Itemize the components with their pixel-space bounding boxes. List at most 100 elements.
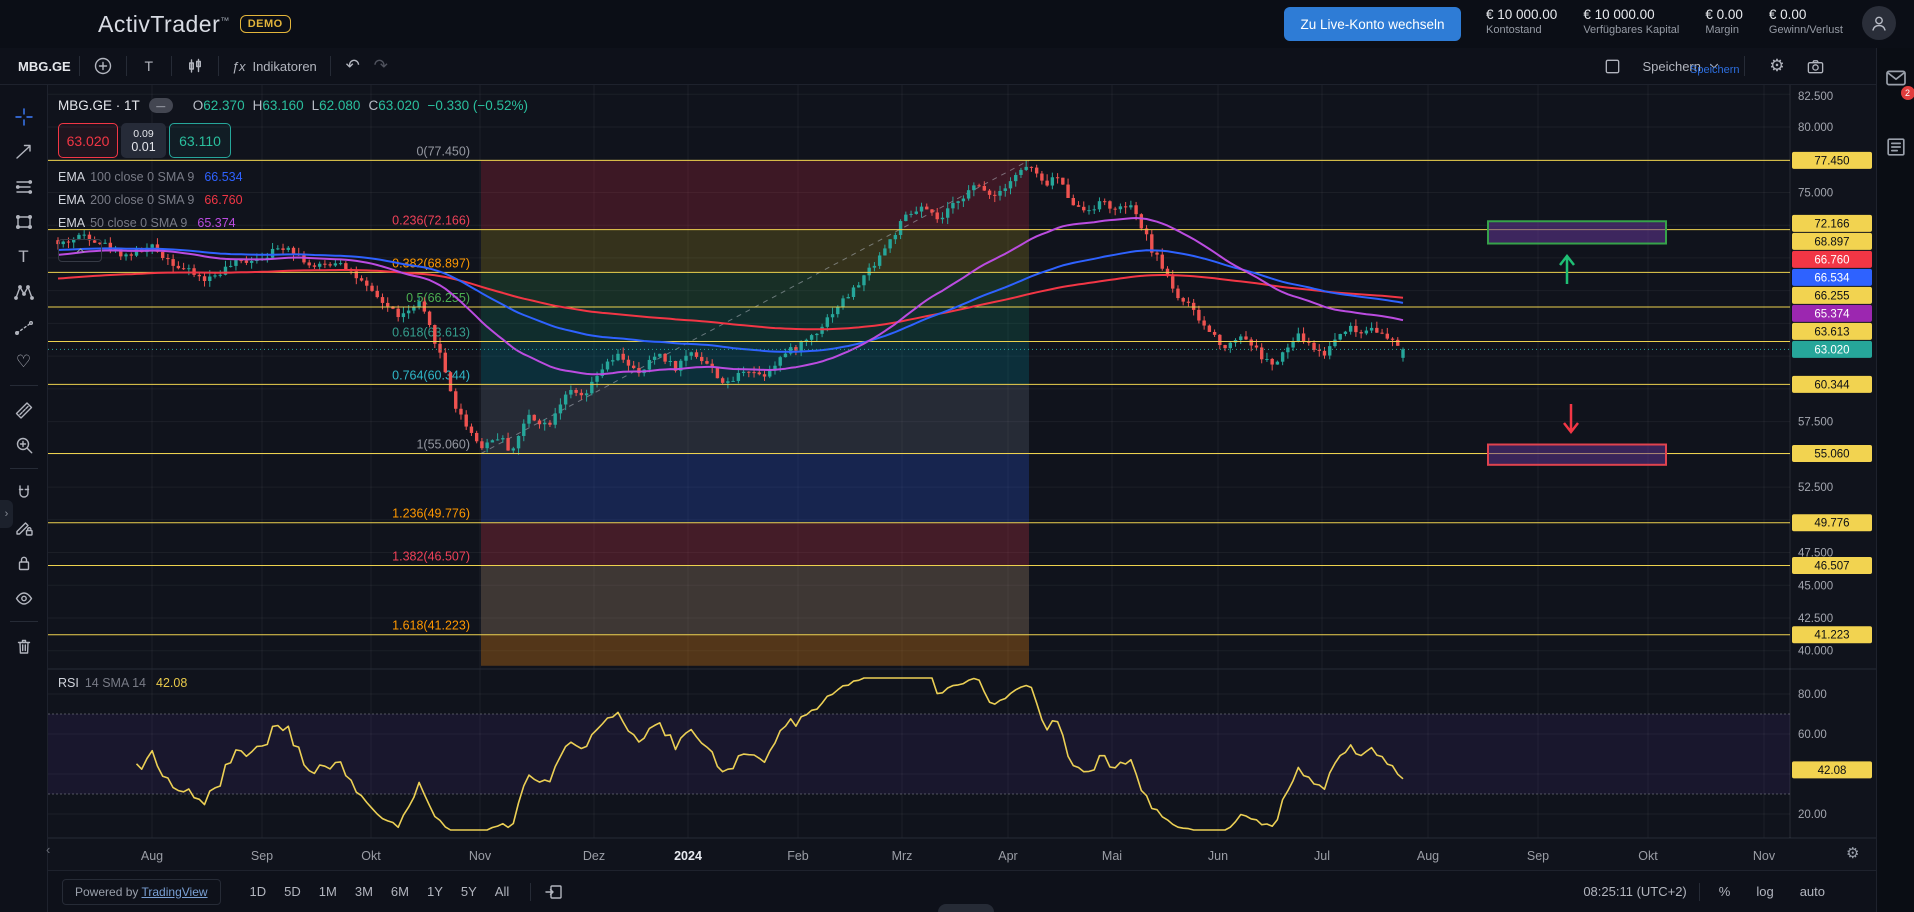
svg-text:Aug: Aug [1417,849,1439,863]
svg-text:46.507: 46.507 [1814,561,1849,573]
buy-button[interactable]: 63.110 [169,123,231,158]
svg-text:0.764(60.344): 0.764(60.344) [392,368,470,382]
svg-text:Nov: Nov [469,849,492,863]
symbol-label[interactable]: MBG.GE [18,59,71,74]
account-stat: € 0.00Gewinn/Verlust [1769,7,1843,36]
percent-scale-button[interactable]: % [1712,879,1738,904]
svg-text:Aug: Aug [141,849,163,863]
legend-collapse-button[interactable] [58,239,102,262]
interval-button[interactable]: T [135,52,163,80]
crosshair-icon[interactable] [7,99,41,134]
lock-all-icon[interactable] [7,545,41,580]
svg-text:49.776: 49.776 [1814,518,1849,530]
auto-scale-button[interactable]: auto [1793,879,1832,904]
legend-symbol-title[interactable]: MBG.GE · 1T [58,98,140,113]
settings-gear-icon[interactable]: ⚙ [1763,52,1791,80]
symbol-search-plus-icon[interactable] [88,52,118,80]
range-button-1d[interactable]: 1D [243,879,274,904]
svg-text:65.374: 65.374 [1814,308,1850,320]
fib-retracement-icon[interactable] [7,169,41,204]
range-button-1m[interactable]: 1M [312,879,344,904]
range-button-all[interactable]: All [488,879,516,904]
redo-icon[interactable]: ↷ [367,52,395,80]
demo-badge: DEMO [240,15,291,33]
layout-square-icon[interactable] [1598,52,1627,80]
bottom-collapse-tab[interactable] [938,904,994,912]
expand-watchlist-tab[interactable]: › [0,500,13,528]
user-icon [1869,13,1889,33]
chart-toolbar: MBG.GE T ƒx Indikatoren ↶ ↷ Speichern ⚙ [0,48,1876,85]
forecast-line-icon[interactable] [7,309,41,344]
svg-text:Sep: Sep [251,849,273,863]
go-to-date-icon[interactable] [539,878,569,906]
fx-icon: ƒx [232,59,246,74]
delete-drawings-icon[interactable] [7,628,41,663]
svg-text:Jul: Jul [1314,849,1330,863]
range-buttons: 1D5D1M3M6M1Y5YAll [243,879,517,904]
range-button-5d[interactable]: 5D [277,879,308,904]
widget-rail: 2 [1876,48,1914,912]
svg-text:Apr: Apr [998,849,1017,863]
svg-text:82.500: 82.500 [1798,91,1833,103]
zoom-in-icon[interactable] [7,427,41,462]
collapse-legend-pill[interactable]: — [149,98,173,113]
indicator-legend-row[interactable]: EMA50 close 0 SMA 965.374 [58,211,528,234]
save-link[interactable]: Speichern [1690,64,1740,76]
svg-text:72.166: 72.166 [1814,218,1849,230]
svg-text:Sep: Sep [1527,849,1549,863]
text-tool-icon[interactable]: T [7,239,41,274]
undo-icon[interactable]: ↶ [339,52,367,80]
shapes-icon[interactable] [7,204,41,239]
svg-text:1.236(49.776): 1.236(49.776) [392,507,470,521]
svg-text:1.618(41.223): 1.618(41.223) [392,619,470,633]
switch-to-live-button[interactable]: Zu Live-Konto wechseln [1284,7,1461,41]
clock[interactable]: 08:25:11 (UTC+2) [1583,884,1686,899]
news-icon[interactable] [1884,135,1908,164]
supply-zone-box[interactable] [1488,221,1666,243]
rsi-legend: RSI 14 SMA 14 42.08 [58,676,187,690]
range-button-3m[interactable]: 3M [348,879,380,904]
log-scale-button[interactable]: log [1749,879,1780,904]
mail-icon[interactable]: 2 [1884,66,1908,95]
svg-text:75.000: 75.000 [1798,187,1833,199]
account-stat: € 0.00Margin [1705,7,1743,36]
svg-text:Okt: Okt [361,849,381,863]
svg-text:0.5(66.255): 0.5(66.255) [406,291,470,305]
ruler-icon[interactable] [7,392,41,427]
svg-text:55.060: 55.060 [1814,449,1849,461]
chart-type-candles-icon[interactable] [180,52,210,80]
tradingview-link[interactable]: TradingView [142,885,208,899]
svg-text:Dez: Dez [583,849,605,863]
indicator-legend-row[interactable]: EMA200 close 0 SMA 966.760 [58,188,528,211]
app-header: ActivTrader™ DEMO Zu Live-Konto wechseln… [0,0,1914,48]
svg-text:1.382(46.507): 1.382(46.507) [392,550,470,564]
axis-settings-gear-icon[interactable]: ⚙ [1846,844,1859,862]
svg-text:77.450: 77.450 [1814,155,1849,167]
range-button-5y[interactable]: 5Y [454,879,484,904]
xabcd-pattern-icon[interactable] [7,274,41,309]
hide-drawings-icon[interactable] [7,580,41,615]
svg-text:41.223: 41.223 [1814,630,1849,642]
demand-zone-box[interactable] [1488,445,1666,465]
svg-text:68.897: 68.897 [1814,236,1849,248]
svg-text:60.344: 60.344 [1814,379,1850,391]
sell-button[interactable]: 63.020 [58,123,118,158]
svg-text:66.534: 66.534 [1814,272,1850,284]
svg-text:2024: 2024 [674,849,702,863]
camera-snapshot-icon[interactable] [1801,52,1830,80]
powered-by: Powered by TradingView [62,879,221,905]
indicators-button[interactable]: ƒx Indikatoren [227,52,322,80]
trend-line-icon[interactable] [7,134,41,169]
axis-collapse-icon[interactable]: ‹ [46,842,50,857]
svg-text:66.760: 66.760 [1814,254,1849,266]
app-logo: ActivTrader™ [98,11,230,38]
range-button-6m[interactable]: 6M [384,879,416,904]
svg-text:1(55.060): 1(55.060) [416,438,470,452]
avatar[interactable] [1862,6,1896,40]
account-stat: € 10 000.00Kontostand [1486,7,1557,36]
range-button-1y[interactable]: 1Y [420,879,450,904]
svg-text:40.000: 40.000 [1798,646,1833,658]
svg-text:42.500: 42.500 [1798,613,1833,625]
emoji-heart-icon[interactable]: ♡ [7,344,41,379]
indicator-legend-row[interactable]: EMA100 close 0 SMA 966.534 [58,165,528,188]
